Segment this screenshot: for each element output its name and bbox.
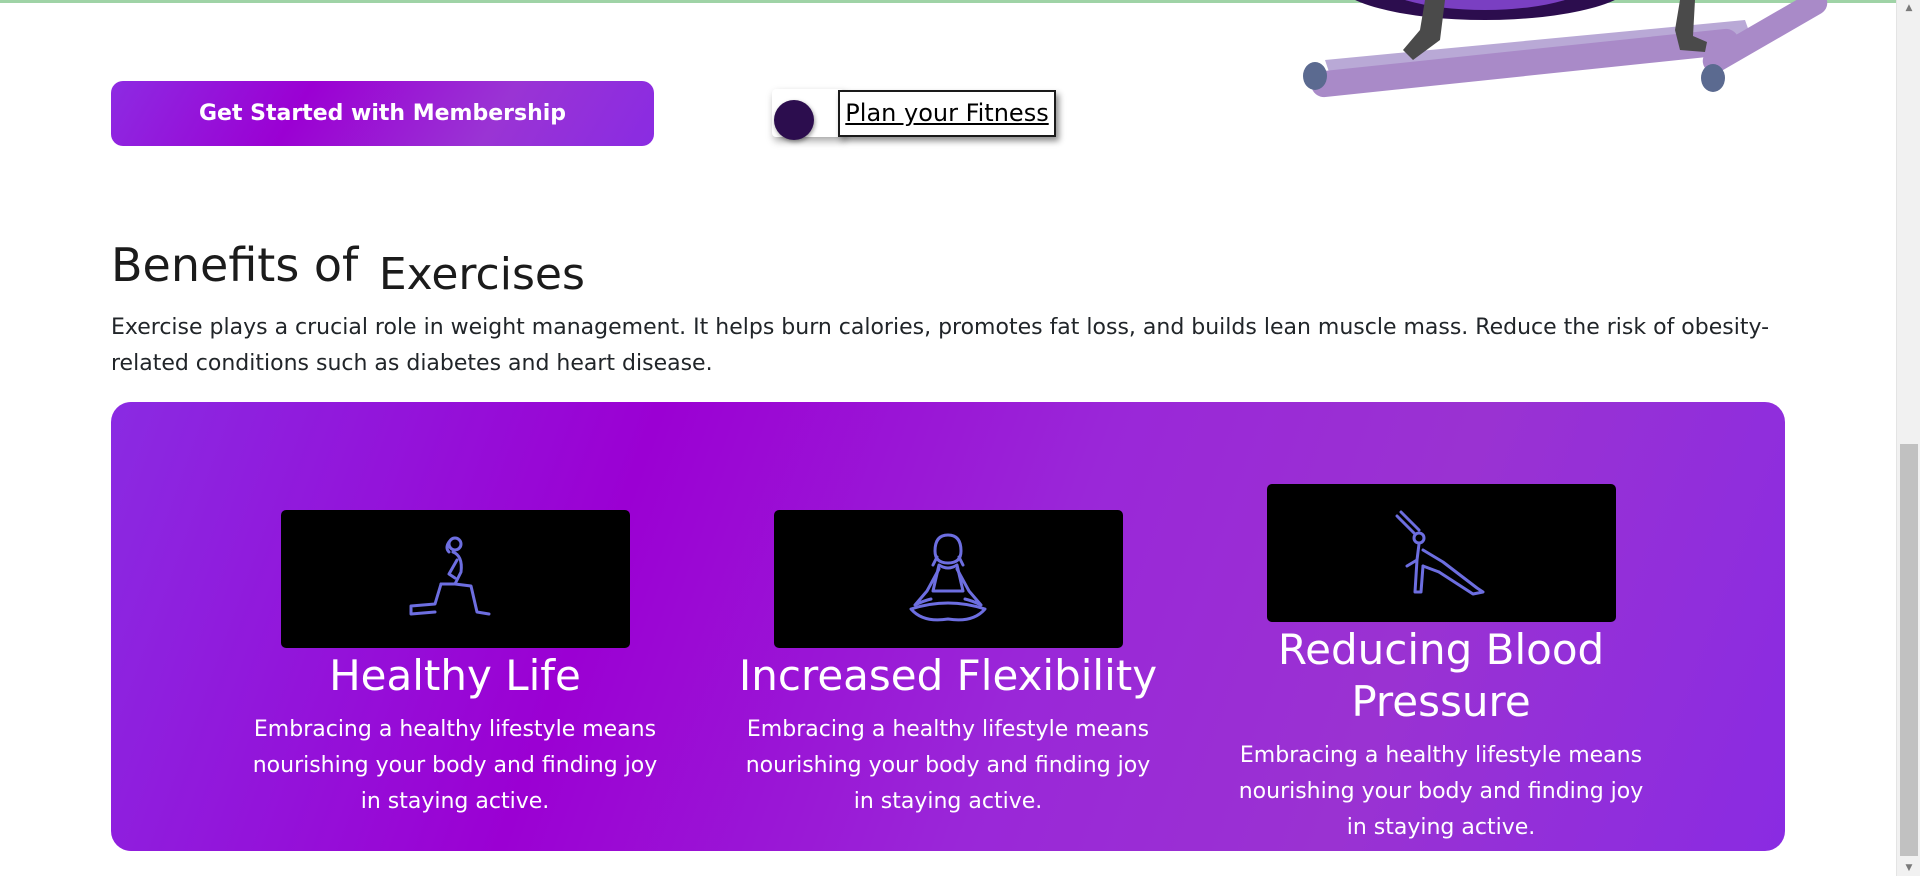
card-image [280,510,630,648]
lunge-exercise-icon [409,536,491,616]
card-title: Reducing Blood Pressure [1277,625,1605,726]
card-text: Embracing a healthy lifestyle means nour… [745,717,1151,814]
plan-fitness-widget: Plan your Fitness [772,88,1056,141]
benefit-card-blood-pressure: Reducing Blood Pressure Embracing a heal… [1231,484,1651,846]
card-image [773,510,1123,648]
hero-illustration [1303,0,1828,98]
toggle-dot[interactable] [774,100,814,140]
benefits-panel: Healthy Life Embracing a healthy lifesty… [111,402,1785,851]
card-title: Increased Flexibility [738,651,1158,700]
get-started-membership-button[interactable]: Get Started with Membership [111,81,654,146]
benefit-card-healthy-life: Healthy Life Embracing a healthy lifesty… [245,510,665,820]
section-title: Benefits of Exercises [111,238,585,300]
scroll-thumb[interactable] [1900,444,1918,856]
card-text: Embracing a healthy lifestyle means nour… [252,717,658,814]
meditation-icon [909,533,987,622]
card-image [1266,484,1616,622]
plan-fitness-link[interactable]: Plan your Fitness [838,90,1056,137]
scroll-up-arrow-icon[interactable]: ▲ [1902,2,1916,14]
card-title: Healthy Life [329,651,581,700]
benefit-card-flexibility: Increased Flexibility Embracing a health… [738,510,1158,820]
section-title-part1: Benefits of [111,238,359,292]
page-scrollbar[interactable]: ▲ ▼ [1896,0,1920,876]
scroll-down-arrow-icon[interactable]: ▼ [1902,862,1916,874]
card-text: Embracing a healthy lifestyle means nour… [1238,743,1644,840]
intro-paragraph: Exercise plays a crucial role in weight … [111,315,1770,376]
section-title-part2: Exercises [378,249,585,300]
side-stretch-yoga-icon [1395,510,1485,596]
